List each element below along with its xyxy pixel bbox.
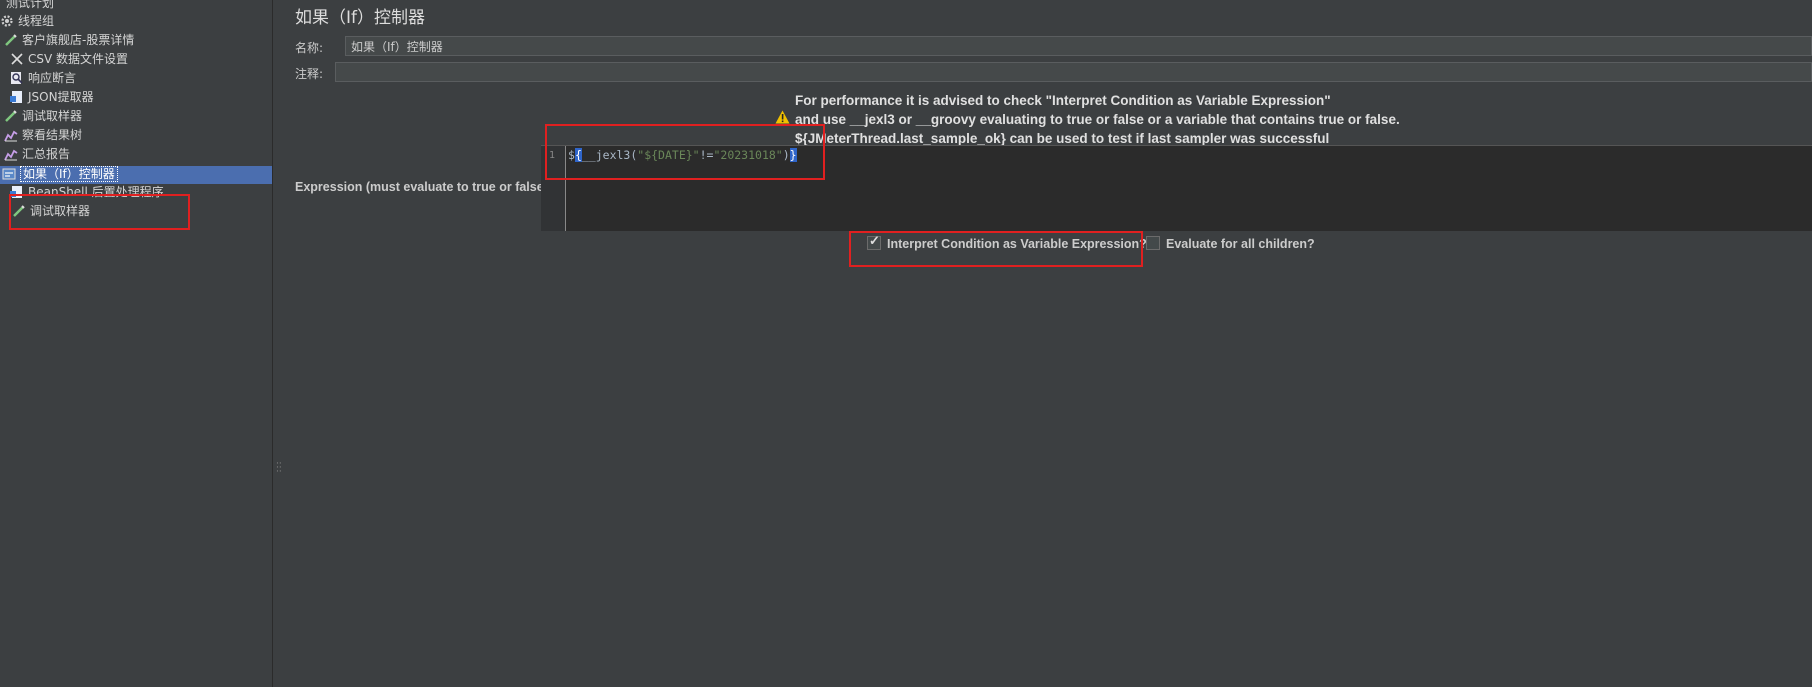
highlight-box-expression [545,124,825,180]
pipette-icon [5,110,17,122]
highlight-box-checkbox [849,231,1143,267]
page-title: 如果（If）控制器 [295,8,425,28]
name-row: 名称: 如果（If）控制器 [295,36,1812,58]
expression-label: Expression (must evaluate to true or fal… [295,180,548,194]
tree-item-json-extractor[interactable]: JSON提取器 [10,88,94,107]
tree-item-label: 调试取样器 [22,109,83,123]
tree-item-debug-sampler[interactable]: 调试取样器 [4,107,82,126]
tree-item-thread-group[interactable]: 线程组 [0,12,54,31]
gear-icon [1,15,13,27]
tree-item-label: 响应断言 [28,71,77,85]
tree-item-if-controller[interactable]: 如果（If）控制器 [2,165,118,184]
advice-line-1: For performance it is advised to check "… [795,93,1331,108]
name-label: 名称: [295,41,324,55]
tree-item-label: CSV 数据文件设置 [28,52,129,66]
splitter-grip-icon[interactable]: ·· ·· ·· [276,460,282,477]
comment-field[interactable] [335,62,1812,82]
comment-row: 注释: [295,62,1812,84]
document-icon [10,91,22,103]
tree-item-label: 汇总报告 [22,147,71,161]
if-controller-panel: 如果（If）控制器 名称: 如果（If）控制器 注释: For performa… [285,0,1812,687]
scissors-icon [11,53,23,65]
performance-advice: For performance it is advised to check "… [795,91,1400,148]
name-field[interactable]: 如果（If）控制器 [345,36,1812,56]
tree-item-response-assertion[interactable]: 响应断言 [10,69,76,88]
test-plan-tree: 测试计划 线程组 客户旗舰店-股票详情 CSV 数据文件设置 响应断言 JSON… [0,0,272,687]
tree-item-csv-config[interactable]: CSV 数据文件设置 [10,50,128,69]
magnifier-icon [11,72,23,84]
tree-item-http-sampler[interactable]: 客户旗舰店-股票详情 [4,31,134,50]
if-controller-icon [2,168,16,180]
tree-item-label: JSON提取器 [28,90,94,104]
tree-item-label: 察看结果树 [22,128,83,142]
advice-line-2: and use __jexl3 or __groovy evaluating t… [795,112,1400,127]
chart-icon [4,130,18,142]
evaluate-children-checkbox[interactable] [1146,236,1160,250]
warning-icon [775,110,790,124]
comment-label: 注释: [295,67,324,81]
tree-item-view-results-tree[interactable]: 察看结果树 [4,126,82,145]
tree-item-label: 测试计划 [6,0,55,10]
evaluate-children-option[interactable]: Evaluate for all children? [1146,236,1315,256]
tree-item-label: 客户旗舰店-股票详情 [22,33,135,47]
chart-icon [4,149,18,161]
highlight-box-debug-sampler [9,194,190,230]
panel-splitter[interactable]: ·· ·· ·· [272,0,286,687]
tree-item-summary-report[interactable]: 汇总报告 [4,145,70,164]
evaluate-children-label: Evaluate for all children? [1166,237,1315,251]
tree-item-label: 线程组 [18,14,55,28]
pipette-icon [5,34,17,46]
tree-item-label: 如果（If）控制器 [20,166,118,182]
